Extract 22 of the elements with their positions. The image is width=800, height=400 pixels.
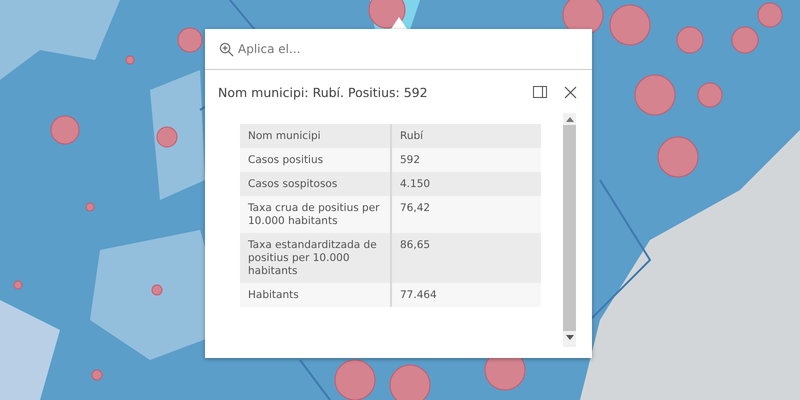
field-value-cell: Rubí bbox=[391, 124, 541, 148]
field-name-cell: Habitants bbox=[240, 283, 391, 307]
close-button[interactable] bbox=[562, 84, 578, 100]
field-value-cell: 86,65 bbox=[391, 233, 541, 283]
popup-title: Nom municipi: Rubí. Positius: 592 bbox=[218, 84, 429, 100]
dock-button[interactable] bbox=[532, 84, 548, 100]
scroll-up-icon[interactable] bbox=[566, 116, 574, 122]
field-name-cell: Casos sospitosos bbox=[240, 172, 391, 196]
close-icon bbox=[564, 86, 576, 98]
scroll-down-icon[interactable] bbox=[566, 334, 574, 340]
field-name-cell: Taxa estandarditzada de positius per 10.000 habitants bbox=[240, 233, 391, 283]
field-value-cell: 4.150 bbox=[391, 172, 541, 196]
field-value-cell: 76,42 bbox=[391, 196, 541, 233]
field-value-cell: 592 bbox=[391, 148, 541, 172]
field-value-cell: 77.464 bbox=[391, 283, 541, 307]
field-name-cell: Taxa crua de positius per 10.000 habitants bbox=[240, 196, 391, 233]
search-field[interactable]: Aplica el... bbox=[238, 42, 578, 56]
scrollbar[interactable] bbox=[563, 113, 576, 347]
field-name-cell: Nom municipi bbox=[240, 124, 391, 148]
dock-icon bbox=[533, 86, 547, 98]
field-name-cell: Casos positius bbox=[240, 148, 391, 172]
zoom-in-icon bbox=[219, 42, 234, 56]
